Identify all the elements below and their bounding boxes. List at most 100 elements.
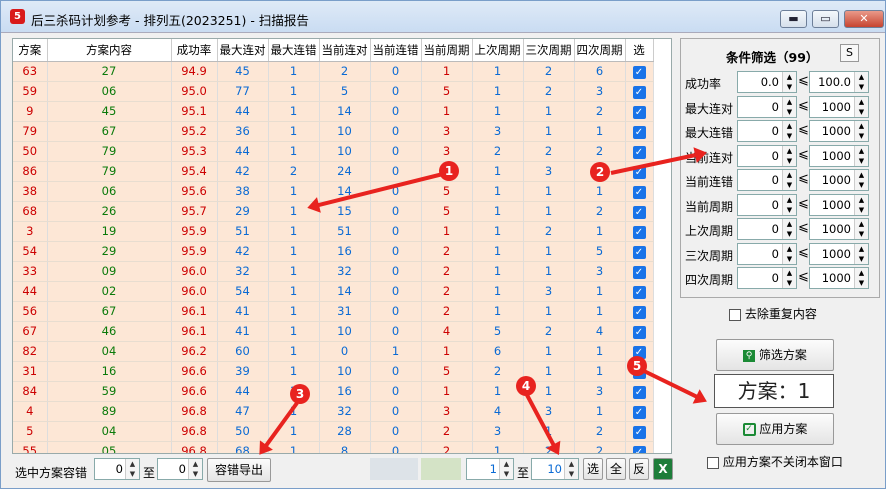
table-row[interactable]: 59 06 95.0 77 1 5 0 5 1 2 3 ✓ [13,81,654,102]
row-select-checkbox[interactable]: ✓ [632,125,646,139]
table-row[interactable]: 9 45 95.1 44 1 14 0 1 1 1 2 ✓ [13,101,654,122]
column-header[interactable]: 选 [625,39,654,62]
select-cell[interactable]: ✓ [625,121,654,142]
spinner-arrows-icon[interactable]: ▲ ▼ [499,459,513,479]
select-cell[interactable]: ✓ [625,81,654,102]
dedupe-checkbox[interactable] [729,308,741,321]
select-cell[interactable]: ✓ [625,261,654,282]
invert-selection-button[interactable]: 反 [629,458,649,480]
dedupe-option[interactable]: 去除重复内容 [729,305,817,322]
select-cell[interactable]: ✓ [625,321,654,342]
filter-max-spinner[interactable]: 1000 ▲ ▼ [809,169,869,191]
filter-min-spinner[interactable]: 0.0 ▲ ▼ [737,71,797,93]
table-row[interactable]: 33 09 96.0 32 1 32 0 2 1 1 3 ✓ [13,261,654,282]
table-row[interactable]: 82 04 96.2 60 1 0 1 1 6 1 1 ✓ [13,341,654,362]
spinner-arrows-icon[interactable]: ▲ ▼ [782,194,796,215]
tolerance-from-spinner[interactable]: 0 ▲ ▼ [94,458,140,480]
row-select-checkbox[interactable]: ✓ [632,325,646,339]
s-button[interactable]: S [840,44,859,62]
column-header[interactable]: 当前周期 [421,39,473,62]
keep-open-option[interactable]: 应用方案不关闭本窗口 [707,453,843,470]
select-cell[interactable]: ✓ [625,181,654,202]
tolerance-export-button[interactable]: 容错导出 [207,458,271,482]
tolerance-to-spinner[interactable]: 0 ▲ ▼ [157,458,203,480]
apply-scheme-button[interactable]: ✓ 应用方案 [716,413,834,445]
spinner-arrows-icon[interactable]: ▲ ▼ [782,121,796,141]
filter-min-spinner[interactable]: 0 ▲ ▼ [737,95,797,118]
column-header[interactable]: 方案内容 [47,39,172,62]
spinner-arrows-icon[interactable]: ▲ ▼ [854,145,868,166]
select-range-button[interactable]: 选 [583,458,603,480]
excel-export-icon[interactable]: X [653,458,673,480]
filter-min-spinner[interactable]: 0 ▲ ▼ [737,242,797,265]
table-row[interactable]: 50 79 95.3 44 1 10 0 3 2 2 2 ✓ [13,141,654,162]
filter-min-spinner[interactable]: 0 ▲ ▼ [737,120,797,142]
spinner-arrows-icon[interactable]: ▲ ▼ [854,219,868,239]
column-header[interactable]: 最大连对 [217,39,269,62]
spinner-arrows-icon[interactable]: ▲ ▼ [564,459,578,479]
minimize-button[interactable]: ▬ [780,10,807,28]
row-select-checkbox[interactable]: ✓ [632,305,646,319]
row-select-checkbox[interactable]: ✓ [632,205,646,219]
row-select-checkbox[interactable]: ✓ [632,85,646,99]
row-select-checkbox[interactable]: ✓ [632,185,646,199]
row-select-checkbox[interactable]: ✓ [632,265,646,279]
filter-max-spinner[interactable]: 1000 ▲ ▼ [809,120,869,142]
column-header[interactable]: 三次周期 [523,39,575,62]
filter-scheme-button[interactable]: ⚲ 筛选方案 [716,339,834,371]
table-row[interactable]: 68 26 95.7 29 1 15 0 5 1 1 2 ✓ [13,201,654,222]
range-to-spinner[interactable]: 10 ▲ ▼ [531,458,579,480]
column-header[interactable]: 成功率 [171,39,218,62]
close-button[interactable]: ✕ [844,10,884,28]
table-row[interactable]: 845996.64411601113✓ [13,381,654,402]
filter-min-spinner[interactable]: 0 ▲ ▼ [737,169,797,191]
select-all-button[interactable]: 全 [606,458,626,480]
maximize-button[interactable]: ▭ [812,10,839,28]
table-row[interactable]: 63 27 94.9 45 1 2 0 1 1 2 6 ✓ [13,61,654,82]
select-cell[interactable]: ✓ [625,101,654,122]
column-header[interactable]: 当前连错 [370,39,422,62]
filter-max-spinner[interactable]: 1000 ▲ ▼ [809,218,869,240]
row-select-checkbox[interactable]: ✓ [632,65,646,79]
column-header[interactable]: 方案 [13,39,48,62]
table-row[interactable]: 44 02 96.0 54 1 14 0 2 1 3 1 ✓ [13,281,654,302]
column-header[interactable]: 当前连对 [319,39,371,62]
spinner-arrows-icon[interactable]: ▲ ▼ [125,459,139,479]
spinner-arrows-icon[interactable]: ▲ ▼ [854,194,868,215]
spinner-arrows-icon[interactable]: ▲ ▼ [782,145,796,166]
filter-max-spinner[interactable]: 1000 ▲ ▼ [809,193,869,216]
filter-max-spinner[interactable]: 1000 ▲ ▼ [809,144,869,167]
row-select-checkbox[interactable]: ✓ [632,385,646,399]
table-row[interactable]: 56 67 96.1 41 1 31 0 2 1 1 1 ✓ [13,301,654,322]
row-select-checkbox[interactable]: ✓ [632,245,646,259]
table-row[interactable]: 54 29 95.9 42 1 16 0 2 1 1 5 ✓ [13,241,654,262]
filter-min-spinner[interactable]: 0 ▲ ▼ [737,267,797,289]
select-cell[interactable]: ✓ [625,381,654,402]
spinner-arrows-icon[interactable]: ▲ ▼ [782,96,796,117]
spinner-arrows-icon[interactable]: ▲ ▼ [854,243,868,264]
filter-max-spinner[interactable]: 100.0 ▲ ▼ [809,71,869,93]
select-cell[interactable]: ✓ [625,301,654,322]
filter-max-spinner[interactable]: 1000 ▲ ▼ [809,267,869,289]
select-cell[interactable]: ✓ [625,241,654,262]
spinner-arrows-icon[interactable]: ▲ ▼ [782,268,796,288]
select-cell[interactable]: ✓ [625,421,654,442]
select-cell[interactable]: ✓ [625,401,654,422]
spinner-arrows-icon[interactable]: ▲ ▼ [782,72,796,92]
row-select-checkbox[interactable]: ✓ [632,405,646,419]
column-header[interactable]: 上次周期 [472,39,524,62]
table-row[interactable]: 67 46 96.1 41 1 10 0 4 5 2 4 ✓ [13,321,654,342]
row-select-checkbox[interactable]: ✓ [632,425,646,439]
spinner-arrows-icon[interactable]: ▲ ▼ [854,268,868,288]
range-from-spinner[interactable]: 1 ▲ ▼ [466,458,514,480]
table-row[interactable]: 867995.44222401132✓ [13,161,654,182]
column-header[interactable]: 最大连错 [268,39,320,62]
select-cell[interactable]: ✓ [625,441,654,453]
select-cell[interactable]: ✓ [625,221,654,242]
column-header[interactable]: 四次周期 [574,39,626,62]
filter-max-spinner[interactable]: 1000 ▲ ▼ [809,242,869,265]
row-select-checkbox[interactable]: ✓ [632,225,646,239]
row-select-checkbox[interactable]: ✓ [632,285,646,299]
table-row[interactable]: 311696.63911005211✓ [13,361,654,382]
spinner-arrows-icon[interactable]: ▲ ▼ [782,170,796,190]
